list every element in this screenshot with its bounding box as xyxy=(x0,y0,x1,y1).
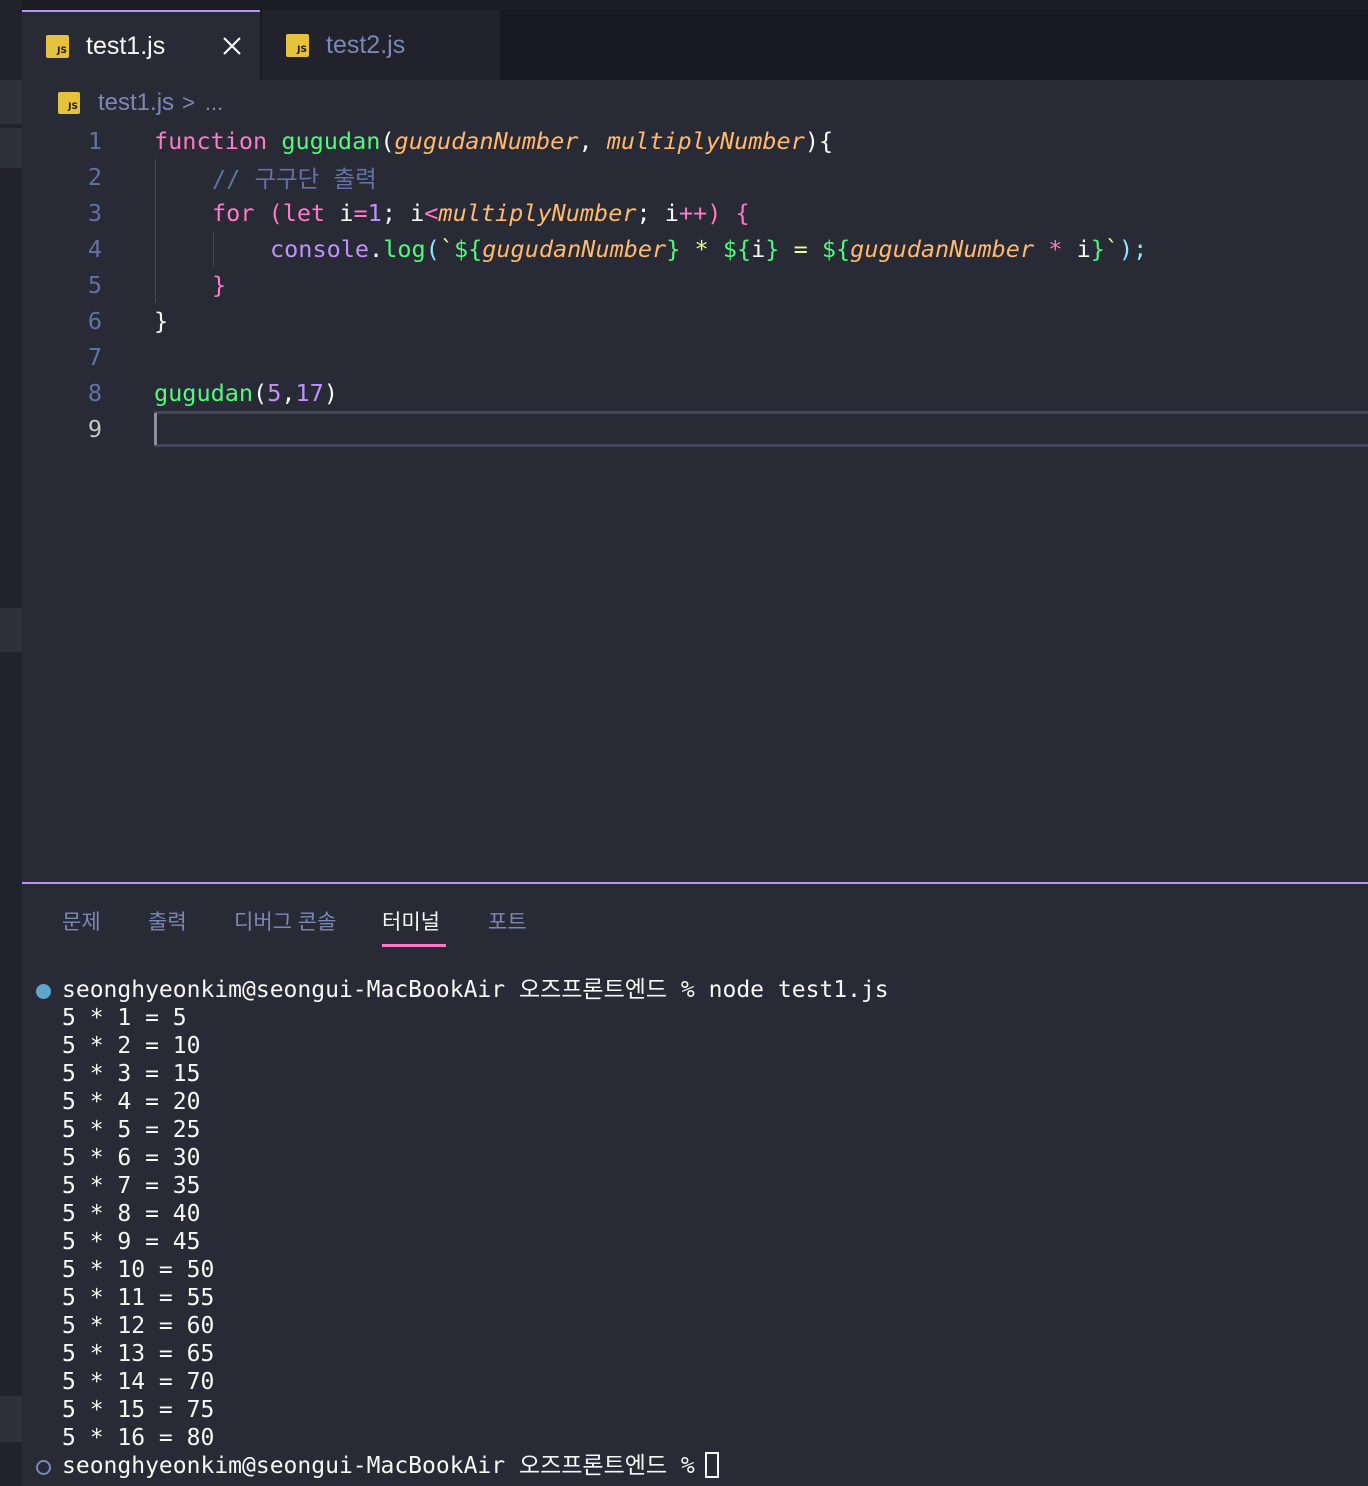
command-status-dot[interactable] xyxy=(36,1460,51,1475)
code-line: 3 for (let i=1; i<multiplyNumber; i++) { xyxy=(22,195,1368,231)
chevron-right-icon: > xyxy=(182,90,195,115)
editor-tab-bar: JS test1.js JS test2.js xyxy=(22,10,1368,80)
line-number: 4 xyxy=(87,235,102,263)
terminal-prompt-line: seonghyeonkim@seongui-MacBookAir 오즈프론트엔드… xyxy=(62,1452,719,1480)
line-number: 9 xyxy=(87,415,102,443)
terminal-output-line: 5 * 15 = 75 xyxy=(62,1397,215,1423)
tab-ports[interactable]: 포트 xyxy=(488,906,527,936)
line-number: 6 xyxy=(87,307,102,335)
code-line: 5 } xyxy=(22,267,1368,303)
active-tab-indicator xyxy=(382,944,446,947)
breadcrumb-more[interactable]: ... xyxy=(205,90,223,116)
terminal-output-line: 5 * 4 = 20 xyxy=(62,1089,201,1115)
code-line: 9 xyxy=(22,411,1368,447)
line-number: 2 xyxy=(87,163,102,191)
js-file-icon: JS xyxy=(58,92,80,114)
terminal-prompt-line: seonghyeonkim@seongui-MacBookAir 오즈프론트엔드… xyxy=(62,976,889,1004)
terminal-output-line: 5 * 11 = 55 xyxy=(62,1285,215,1311)
terminal-output-line: 5 * 5 = 25 xyxy=(62,1117,201,1143)
terminal-cursor xyxy=(704,1452,719,1478)
strip-marker xyxy=(0,1396,22,1442)
line-number: 1 xyxy=(87,127,102,155)
terminal-output-line: 5 * 16 = 80 xyxy=(62,1425,215,1451)
tab-problems[interactable]: 문제 xyxy=(62,906,101,936)
tab-debug-console[interactable]: 디버그 콘솔 xyxy=(234,906,336,936)
code-line: 8 gugudan(5,17) xyxy=(22,375,1368,411)
code-text: // 구구단 출력 xyxy=(212,165,377,193)
tab-label: test2.js xyxy=(326,30,406,59)
tab-test1-js[interactable]: JS test1.js xyxy=(22,10,260,80)
code-line: 4 console.log(`${gugudanNumber} * ${i} =… xyxy=(22,231,1368,267)
breadcrumb: JS test1.js > ... xyxy=(58,88,223,118)
terminal-output-line: 5 * 6 = 30 xyxy=(62,1145,201,1171)
terminal-output-line: 5 * 10 = 50 xyxy=(62,1257,215,1283)
tab-label: test1.js xyxy=(86,31,166,60)
js-file-icon: JS xyxy=(46,34,69,58)
js-file-icon: JS xyxy=(286,33,309,57)
tab-output[interactable]: 출력 xyxy=(148,906,187,936)
line-number: 5 xyxy=(87,271,102,299)
code-editor[interactable]: JS test1.js > ... 1 function gugudan(gug… xyxy=(22,80,1368,882)
tab-terminal[interactable]: 터미널 xyxy=(382,906,440,936)
terminal-output-line: 5 * 2 = 10 xyxy=(62,1033,201,1059)
breadcrumb-file[interactable]: test1.js xyxy=(98,89,174,117)
terminal-command: node test1.js xyxy=(708,977,889,1003)
code-text: } xyxy=(212,271,227,299)
line-number: 7 xyxy=(87,343,102,371)
bottom-panel: 문제 출력 디버그 콘솔 터미널 포트 seonghyeonkim@seongu… xyxy=(22,882,1368,1486)
activity-strip xyxy=(0,0,22,1486)
code-line: 1 function gugudan(gugudanNumber, multip… xyxy=(22,123,1368,159)
close-icon[interactable] xyxy=(220,34,244,58)
terminal-output-line: 5 * 13 = 65 xyxy=(62,1341,215,1367)
code-text: gugudan(5,17) xyxy=(154,379,338,407)
terminal-output-line: 5 * 9 = 45 xyxy=(62,1229,201,1255)
terminal-output-line: 5 * 14 = 70 xyxy=(62,1369,215,1395)
terminal-prompt: seonghyeonkim@seongui-MacBookAir 오즈프론트엔드… xyxy=(62,1453,695,1479)
terminal-output-line: 5 * 12 = 60 xyxy=(62,1313,215,1339)
code-text: } xyxy=(154,307,169,335)
code-line: 2 // 구구단 출력 xyxy=(22,159,1368,195)
code-line: 6 } xyxy=(22,303,1368,339)
line-number: 8 xyxy=(87,379,102,407)
line-number: 3 xyxy=(87,199,102,227)
terminal-output-line: 5 * 3 = 15 xyxy=(62,1061,201,1087)
terminal-output-line: 5 * 7 = 35 xyxy=(62,1173,201,1199)
code-text: for (let i=1; i<multiplyNumber; i++) { xyxy=(212,199,750,227)
strip-marker xyxy=(0,608,22,652)
code-text: function gugudan(gugudanNumber, multiply… xyxy=(154,127,834,155)
strip-marker xyxy=(0,80,22,124)
strip-marker xyxy=(0,128,22,168)
tab-test2-js[interactable]: JS test2.js xyxy=(262,10,500,80)
code-line: 7 xyxy=(22,339,1368,375)
code-text: console.log(`${gugudanNumber} * ${i} = $… xyxy=(270,235,1148,263)
command-status-dot[interactable] xyxy=(36,984,51,999)
terminal-prompt: seonghyeonkim@seongui-MacBookAir 오즈프론트엔드… xyxy=(62,977,695,1003)
terminal-output-line: 5 * 1 = 5 xyxy=(62,1005,187,1031)
terminal-output-line: 5 * 8 = 40 xyxy=(62,1201,201,1227)
